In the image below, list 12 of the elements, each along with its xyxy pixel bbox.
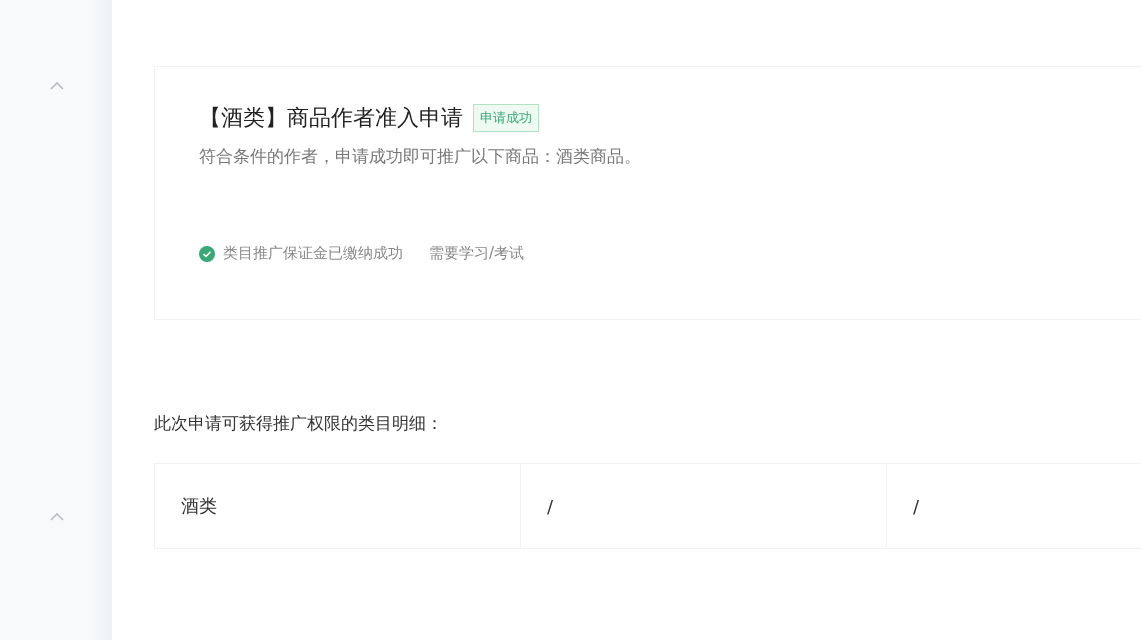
table-cell: / (887, 464, 1141, 548)
check-circle-icon (199, 245, 215, 262)
status-badge: 申请成功 (473, 104, 539, 132)
table-cell: / (521, 464, 887, 548)
requirement-label: 类目推广保证金已缴纳成功 (223, 244, 403, 263)
card-description: 符合条件的作者，申请成功即可推广以下商品：酒类商品。 (199, 145, 642, 168)
card-title: 【酒类】商品作者准入申请 (199, 104, 463, 132)
section-heading: 此次申请可获得推广权限的类目明细： (154, 412, 444, 435)
chevron-up-icon[interactable] (50, 82, 64, 90)
table-cell: 酒类 (155, 464, 521, 548)
chevron-up-icon[interactable] (50, 513, 64, 521)
requirement-label: 需要学习/考试 (429, 244, 525, 263)
